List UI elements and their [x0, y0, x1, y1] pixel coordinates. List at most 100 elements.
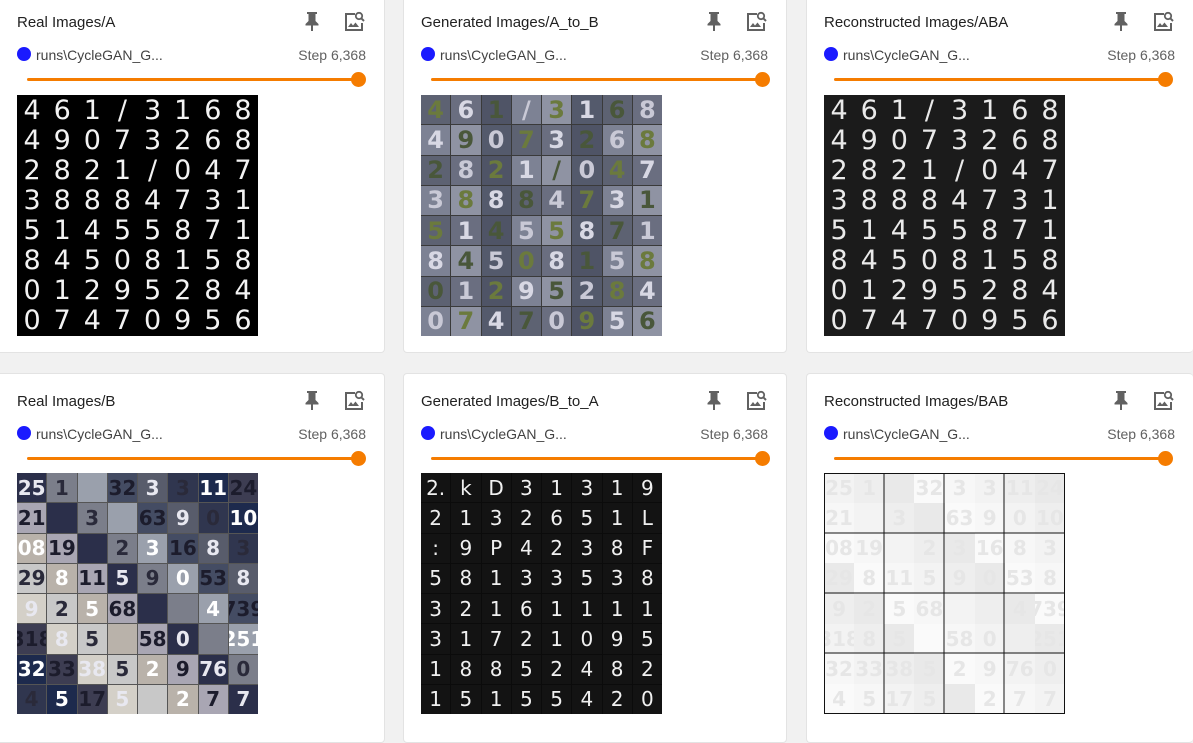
image-tile: 1: [914, 155, 945, 186]
generated-images-b-to-a-image[interactable]: 2. k D 3 1 3 1 9 2 1 3 2 6 5 1 L:9 P 4 2 3 8 F 5 8 1 3 3 5 3 8 3 2 1 6 1 1 1…: [421, 473, 662, 714]
pin-icon[interactable]: [302, 10, 322, 32]
image-tile: 5: [204, 245, 222, 276]
pin-icon[interactable]: [302, 389, 322, 411]
image-tile: 8: [602, 533, 632, 563]
image-tile: 2: [542, 654, 572, 684]
slider-thumb[interactable]: [755, 72, 770, 87]
image-tile: [944, 593, 975, 624]
image-tile: 1: [632, 185, 662, 215]
image-tile: 1: [974, 95, 1005, 126]
image-tile: 1: [542, 624, 572, 654]
image-search-icon[interactable]: [744, 10, 768, 34]
image-tile: 8: [481, 185, 511, 215]
image-tile: 7: [572, 185, 602, 215]
image-tile: 0: [23, 305, 41, 336]
slider-thumb[interactable]: [351, 451, 366, 466]
image-search-icon[interactable]: [342, 10, 366, 34]
image-tile: 251: [228, 624, 258, 654]
image-tile: 5: [884, 245, 915, 276]
image-tile: 1: [542, 473, 572, 503]
image-tile: 8: [143, 245, 162, 276]
step-slider[interactable]: [834, 451, 1173, 467]
image-search-icon[interactable]: [744, 389, 768, 413]
image-tile: 1: [602, 473, 632, 503]
image-search-icon[interactable]: [342, 389, 366, 413]
reconstructed-images-bab-image[interactable]: 25 1 32 3 3 11 24 21 3 63 9 0 10 08 19 2 3 16 8 3 29 8 11 5 9 0 53…: [824, 473, 1065, 714]
image-tile: 11: [1004, 473, 1035, 504]
image-tile: 7: [1004, 683, 1035, 714]
image-tile: 8: [174, 215, 192, 246]
pin-icon[interactable]: [704, 10, 724, 32]
generated-images-a-to-b-image[interactable]: 4 6 1/3 1 6 8 4 9 0 7 3 2 6 8 2 8 2 1/0 4 7 3 8 8 8 4 7 3 1 5 1 4 5 5 8 7 1…: [421, 95, 662, 336]
slider-thumb[interactable]: [1158, 72, 1173, 87]
pin-icon[interactable]: [1111, 10, 1131, 32]
run-name: runs\CycleGAN_G...: [843, 426, 970, 442]
step-slider[interactable]: [431, 72, 770, 88]
image-tile: 4: [1034, 275, 1065, 306]
image-tile: 2: [107, 533, 137, 563]
image-tile: 5: [77, 594, 107, 624]
real-images-b-image[interactable]: 25 1 32 3 3 11 24 21 3 63 9 0 10 08 19 2 3 16 8 3 29 8 11 5 9 0 53…: [17, 473, 258, 714]
image-tile: 5: [107, 684, 137, 714]
image-tile: 2: [174, 125, 192, 156]
pin-icon[interactable]: [704, 389, 724, 411]
image-tile: [138, 594, 168, 624]
step-slider[interactable]: [834, 72, 1173, 88]
image-tile: 29: [17, 563, 47, 593]
slider-thumb[interactable]: [351, 72, 366, 87]
generated-images-b-to-a-card: Generated Images/B_to_A runs\CycleGAN_G..…: [403, 373, 787, 743]
image-tile: 318: [17, 624, 47, 654]
real-images-a-image[interactable]: 4 6 1/3 1 6 8 4 9 0 7 3 2 6 8 2 8 2 1/0 4 7 3 8 8 8 4 7 3 1 5 1 4 5 5 8 7 1…: [17, 95, 258, 336]
step-slider[interactable]: [431, 451, 770, 467]
step-slider[interactable]: [27, 72, 366, 88]
image-tile: 5: [944, 275, 975, 306]
image-tile: 251: [1034, 623, 1065, 654]
step-slider[interactable]: [27, 451, 366, 467]
image-tile: 1: [481, 684, 511, 714]
slider-thumb[interactable]: [1158, 451, 1173, 466]
image-tile: 76: [198, 654, 228, 684]
pin-icon[interactable]: [1111, 389, 1131, 411]
image-tile: /: [511, 95, 541, 125]
run-color-dot: [421, 47, 435, 61]
image-tile: 5: [884, 623, 915, 654]
image-search-icon[interactable]: [1151, 389, 1175, 413]
image-tile: 8: [53, 155, 71, 186]
slider-thumb[interactable]: [755, 451, 770, 466]
image-tile: 4: [421, 125, 451, 155]
image-tile: L: [632, 503, 662, 533]
image-search-icon[interactable]: [1151, 10, 1175, 34]
image-tile: 0: [974, 563, 1005, 594]
image-tile: 8: [83, 185, 101, 216]
image-tile: 5: [451, 684, 481, 714]
image-tile: F: [632, 533, 662, 563]
image-tile: 2: [83, 275, 101, 306]
image-tile: 1: [451, 216, 481, 246]
image-tile: 3: [944, 125, 975, 156]
image-tile: 6: [511, 594, 541, 624]
image-tile: /: [148, 155, 158, 186]
image-tile: 2: [602, 684, 632, 714]
image-tile: 3: [974, 473, 1005, 504]
image-tile: 6: [53, 95, 71, 126]
image-tile: 10: [1034, 503, 1065, 534]
image-tile: 1: [113, 155, 132, 186]
image-tile: 4: [572, 654, 602, 684]
slider-track: [834, 457, 1166, 460]
image-tile: 5: [572, 563, 602, 593]
image-tile: 5: [107, 654, 137, 684]
image-tile: 8: [854, 563, 885, 594]
image-tile: 8: [511, 185, 541, 215]
image-tile: 5: [77, 624, 107, 654]
image-tile: 5: [944, 215, 975, 246]
image-tile: 5: [602, 246, 632, 276]
run-row: runs\CycleGAN_G... Step 6,368: [421, 46, 768, 64]
image-tile: 2.: [421, 473, 451, 503]
image-tile: 4: [944, 185, 975, 216]
image-tile: 7: [451, 306, 481, 336]
image-tile: 0: [1034, 653, 1065, 684]
image-tile: 8: [451, 185, 481, 215]
reconstructed-images-aba-image[interactable]: 4 6 1/3 1 6 8 4 9 0 7 3 2 6 8 2 8 2 1/0 4 7 3 8 8 8 4 7 3 1 5 1 4 5 5 8 7 1…: [824, 95, 1065, 336]
image-tile: 3: [143, 95, 162, 126]
image-tile: 2: [824, 155, 855, 186]
